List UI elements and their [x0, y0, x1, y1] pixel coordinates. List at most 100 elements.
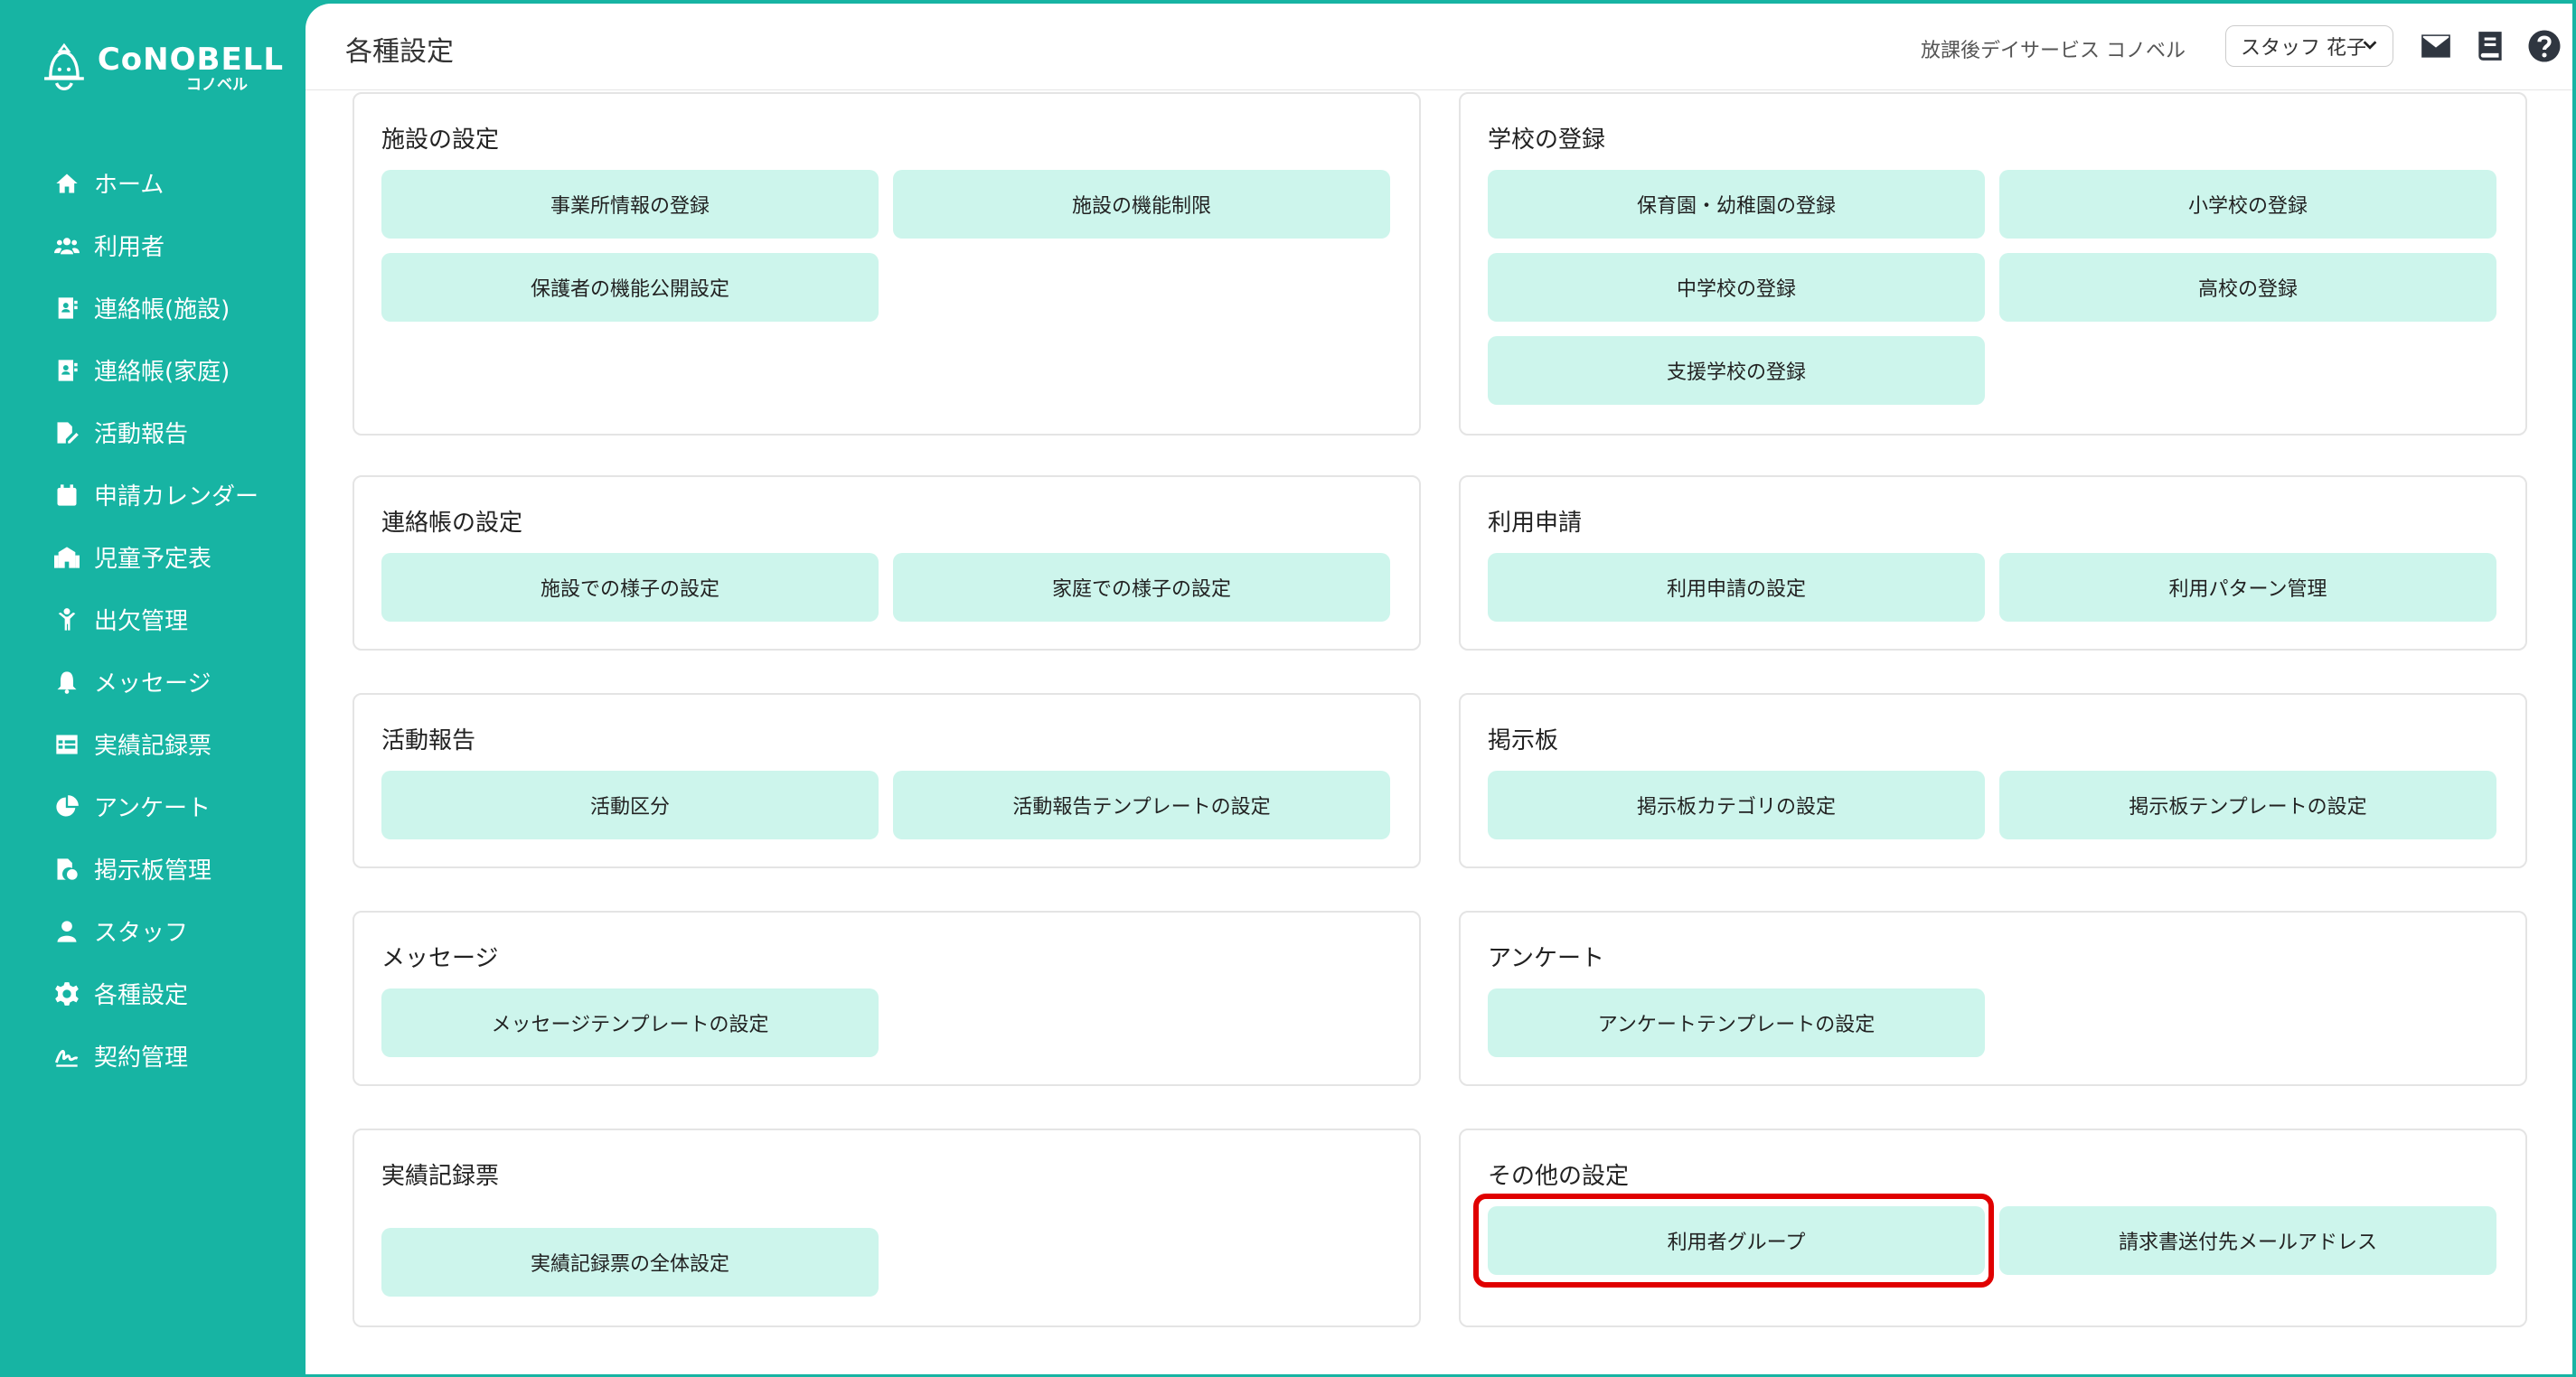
logo-text: CoNOBELL: [97, 42, 284, 78]
sidebar-item-survey[interactable]: アンケート: [51, 775, 286, 838]
record-general-settings-button[interactable]: 実績記録票の全体設定: [381, 1228, 879, 1297]
staff-select-value: スタッフ 花子: [2241, 37, 2366, 60]
usage-request-settings-button[interactable]: 利用申請の設定: [1488, 553, 1985, 622]
card-title: その他の設定: [1488, 1163, 1630, 1190]
pie-chart-icon: [51, 791, 83, 823]
sidebar-item-label: スタッフ: [94, 920, 189, 947]
sidebar-item-settings[interactable]: 各種設定: [51, 962, 286, 1025]
sidebar-item-contract[interactable]: 契約管理: [51, 1025, 286, 1087]
card-performance-record: 実績記録票 実績記録票の全体設定: [353, 1129, 1421, 1327]
contact-book-icon: [51, 354, 83, 387]
sidebar-item-label: ホーム: [94, 172, 165, 199]
sidebar-item-activity-report[interactable]: 活動報告: [51, 401, 286, 464]
guardian-feature-button[interactable]: 保護者の機能公開設定: [381, 253, 879, 322]
sidebar-item-label: 児童予定表: [94, 546, 212, 573]
board-category-button[interactable]: 掲示板カテゴリの設定: [1488, 771, 1985, 839]
sidebar-item-contact-home[interactable]: 連絡帳(家庭): [51, 339, 286, 401]
table-icon: [51, 728, 83, 761]
sidebar-item-label: 連絡帳(施設): [94, 296, 230, 323]
sidebar-nav: ホーム 利用者 連絡帳(施設) 連絡帳(家庭) 活動報告 申請カレンダー 児童予…: [51, 152, 286, 1087]
board-template-button[interactable]: 掲示板テンプレートの設定: [1999, 771, 2496, 839]
sidebar-item-contact-facility[interactable]: 連絡帳(施設): [51, 276, 286, 339]
card-message: メッセージ メッセージテンプレートの設定: [353, 911, 1421, 1086]
school-building-icon: [51, 541, 83, 574]
sidebar-item-staff[interactable]: スタッフ: [51, 900, 286, 962]
facility-status-settings-button[interactable]: 施設での様子の設定: [381, 553, 879, 622]
gear-icon: [51, 978, 83, 1010]
sidebar-item-label: 利用者: [94, 234, 165, 261]
sidebar-item-child-schedule[interactable]: 児童予定表: [51, 526, 286, 588]
main-panel: 各種設定 放課後デイサービス コノベル スタッフ 花子 施設の設定 事業所情報の…: [306, 4, 2572, 1374]
survey-template-button[interactable]: アンケートテンプレートの設定: [1488, 988, 1985, 1057]
contact-book-icon: [51, 292, 83, 324]
page-title: 各種設定: [345, 36, 454, 68]
help-icon[interactable]: [2527, 29, 2562, 63]
users-icon: [51, 230, 83, 262]
card-survey: アンケート アンケートテンプレートの設定: [1459, 911, 2527, 1086]
sidebar-item-label: メッセージ: [94, 670, 212, 698]
card-title: メッセージ: [381, 945, 499, 972]
sidebar-item-label: 実績記録票: [94, 733, 212, 760]
sidebar-item-label: 掲示板管理: [94, 857, 212, 885]
sidebar-item-users[interactable]: 利用者: [51, 214, 286, 276]
file-check-icon: [51, 853, 83, 885]
sidebar-item-label: 契約管理: [94, 1044, 189, 1072]
person-icon: [51, 604, 83, 636]
sidebar-item-attendance[interactable]: 出欠管理: [51, 588, 286, 651]
nursery-register-button[interactable]: 保育園・幼稚園の登録: [1488, 170, 1985, 239]
sidebar-item-message[interactable]: メッセージ: [51, 651, 286, 713]
sidebar-item-label: アンケート: [94, 795, 211, 822]
junior-high-register-button[interactable]: 中学校の登録: [1488, 253, 1985, 322]
elementary-register-button[interactable]: 小学校の登録: [1999, 170, 2496, 239]
header: 各種設定 放課後デイサービス コノベル スタッフ 花子: [306, 4, 2572, 90]
card-title: 掲示板: [1488, 727, 1559, 754]
card-usage-request: 利用申請 利用申請の設定 利用パターン管理: [1459, 475, 2527, 651]
sidebar: CoNOBELL コノベル ホーム 利用者 連絡帳(施設) 連絡帳(家庭) 活動…: [0, 0, 306, 1377]
activity-category-button[interactable]: 活動区分: [381, 771, 879, 839]
calendar-icon: [51, 479, 83, 511]
bell-icon: [51, 666, 83, 698]
high-school-register-button[interactable]: 高校の登録: [1999, 253, 2496, 322]
mail-icon[interactable]: [2419, 29, 2453, 63]
facility-info-button[interactable]: 事業所情報の登録: [381, 170, 879, 239]
user-icon: [51, 915, 83, 948]
card-facility-settings: 施設の設定 事業所情報の登録 施設の機能制限 保護者の機能公開設定: [353, 92, 1421, 436]
card-title: 実績記録票: [381, 1163, 500, 1190]
card-title: 利用申請: [1488, 510, 1583, 537]
card-title: 活動報告: [381, 727, 476, 754]
card-title: 施設の設定: [381, 126, 500, 154]
facility-name: 放課後デイサービス コノベル: [1921, 40, 2186, 62]
sidebar-item-calendar[interactable]: 申請カレンダー: [51, 464, 286, 526]
card-title: 連絡帳の設定: [381, 510, 523, 537]
staff-select[interactable]: スタッフ 花子: [2225, 25, 2393, 67]
sidebar-item-label: 各種設定: [94, 982, 189, 1009]
card-bulletin-board: 掲示板 掲示板カテゴリの設定 掲示板テンプレートの設定: [1459, 693, 2527, 868]
sidebar-item-label: 活動報告: [94, 421, 189, 448]
activity-template-button[interactable]: 活動報告テンプレートの設定: [893, 771, 1390, 839]
highlight-box: [1473, 1194, 1994, 1288]
invoice-email-button[interactable]: 請求書送付先メールアドレス: [1999, 1206, 2496, 1275]
message-template-button[interactable]: メッセージテンプレートの設定: [381, 988, 879, 1057]
logo[interactable]: CoNOBELL コノベル: [40, 33, 284, 105]
home-status-settings-button[interactable]: 家庭での様子の設定: [893, 553, 1390, 622]
facility-restrictions-button[interactable]: 施設の機能制限: [893, 170, 1390, 239]
home-icon: [51, 167, 83, 200]
sidebar-item-home[interactable]: ホーム: [51, 152, 286, 214]
sidebar-item-label: 出欠管理: [94, 608, 189, 635]
signature-icon: [51, 1040, 83, 1073]
logo-subtext: コノベル: [186, 76, 248, 94]
manual-book-icon[interactable]: [2473, 29, 2507, 63]
card-activity-report: 活動報告 活動区分 活動報告テンプレートの設定: [353, 693, 1421, 868]
sidebar-item-record[interactable]: 実績記録票: [51, 713, 286, 775]
sidebar-item-label: 連絡帳(家庭): [94, 359, 230, 386]
card-contact-settings: 連絡帳の設定 施設での様子の設定 家庭での様子の設定: [353, 475, 1421, 651]
bell-logo-icon: [44, 42, 84, 90]
report-edit-icon: [51, 417, 83, 449]
usage-pattern-button[interactable]: 利用パターン管理: [1999, 553, 2496, 622]
sidebar-item-board[interactable]: 掲示板管理: [51, 838, 286, 900]
sidebar-item-label: 申請カレンダー: [94, 483, 259, 511]
chevron-down-icon: [2363, 41, 2377, 50]
support-school-register-button[interactable]: 支援学校の登録: [1488, 336, 1985, 405]
card-title: アンケート: [1488, 945, 1604, 972]
card-title: 学校の登録: [1488, 126, 1606, 154]
